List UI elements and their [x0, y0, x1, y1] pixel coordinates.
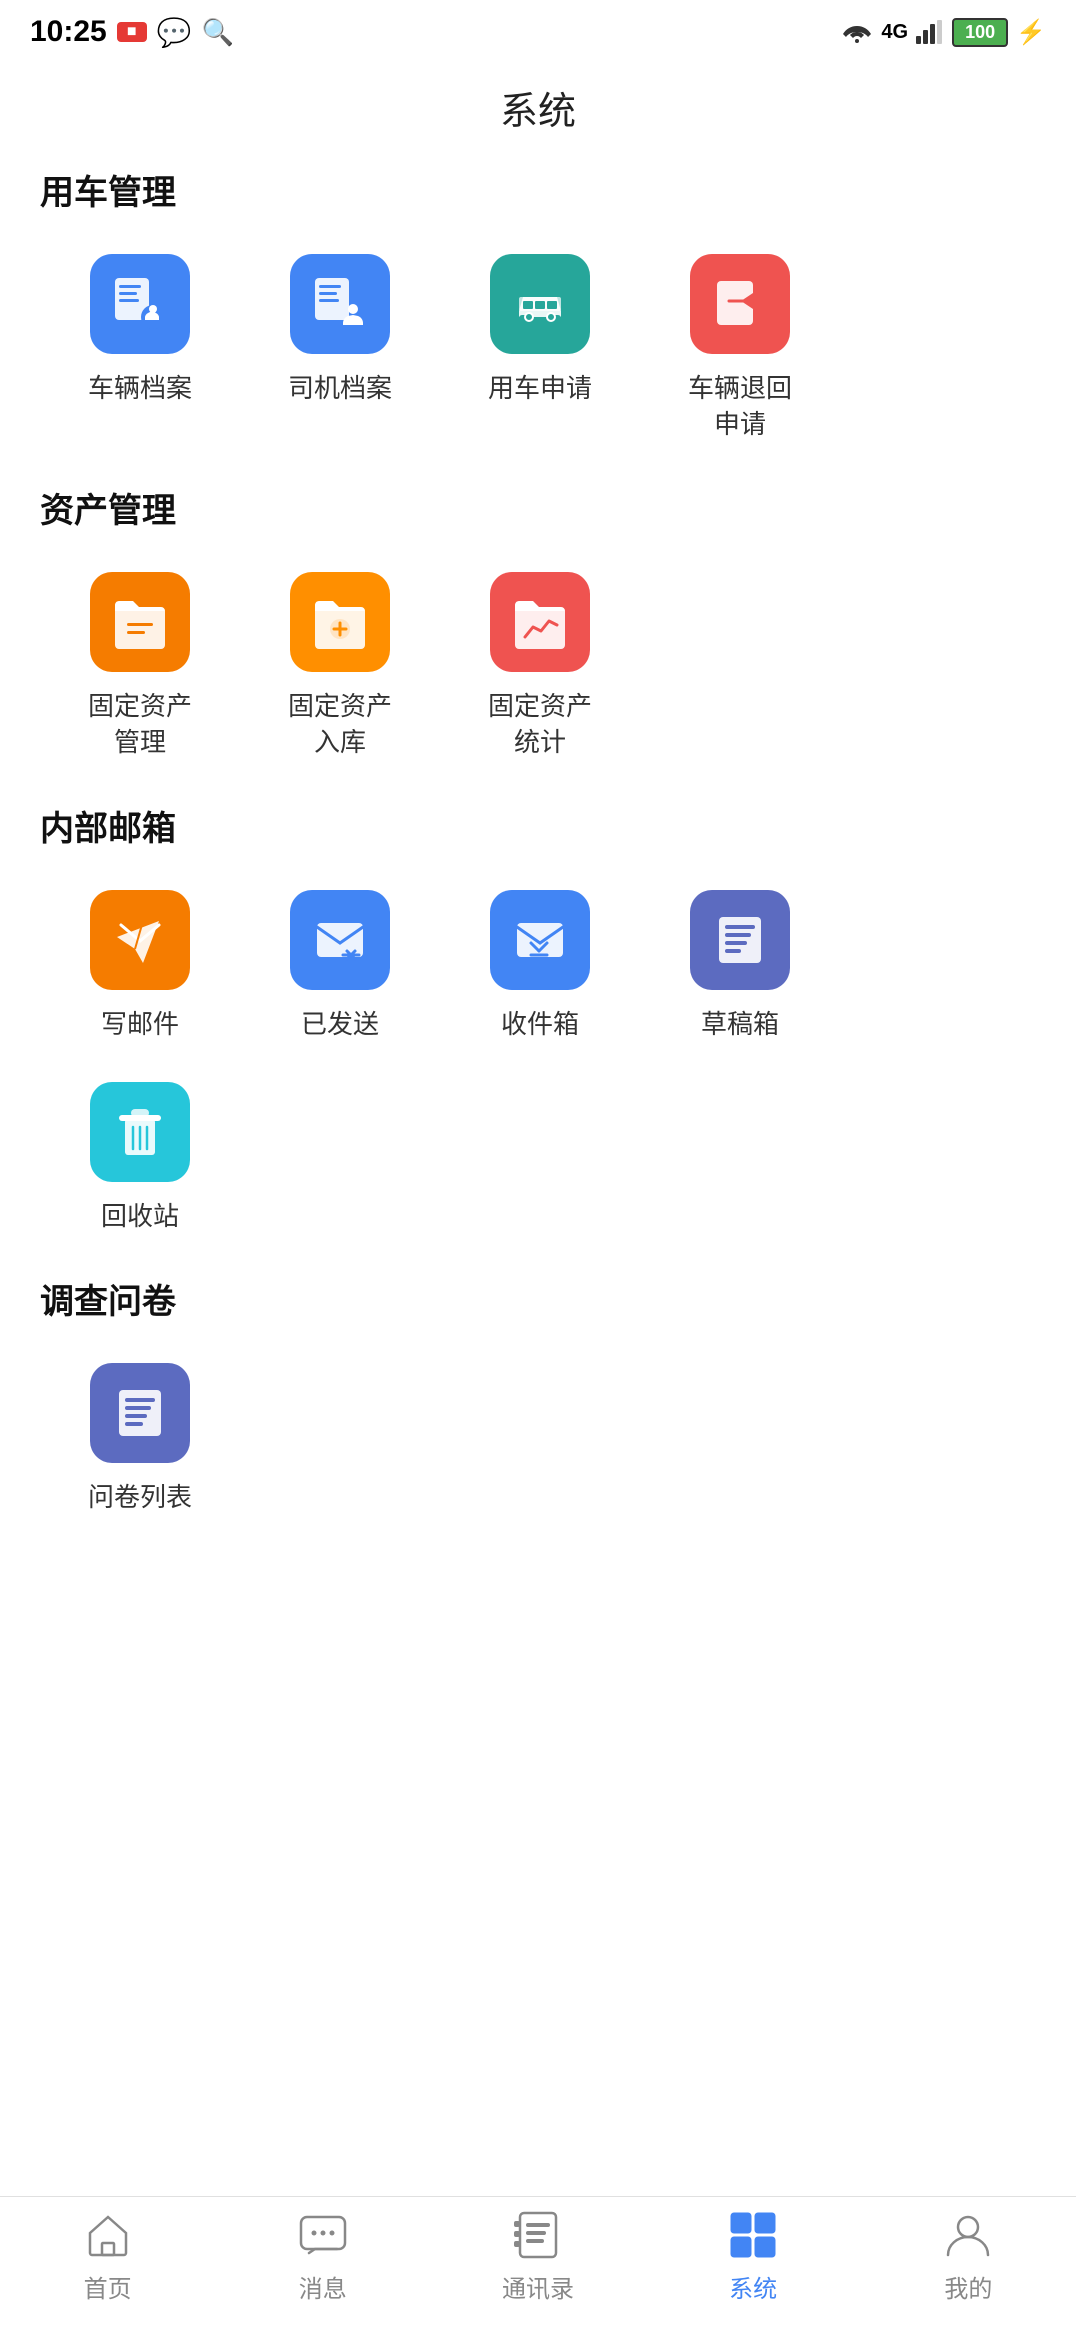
- status-time: 10:25: [30, 15, 107, 49]
- write-mail-label: 写邮件: [101, 1006, 179, 1042]
- driver-file-label: 司机档案: [288, 370, 392, 406]
- status-left: 10:25 ■ 💬 🔍: [30, 15, 234, 49]
- nav-home-label: 首页: [84, 2269, 132, 2304]
- asset-manage-label: 固定资产 管理: [88, 688, 192, 761]
- chat-icon: 💬: [157, 16, 192, 49]
- status-bar: 10:25 ■ 💬 🔍 4G 100 ⚡: [0, 0, 1076, 60]
- car-file-item[interactable]: 车辆档案: [40, 244, 240, 453]
- nav-contacts-label: 通讯录: [502, 2269, 574, 2304]
- section-mail: 内部邮箱 写邮件: [0, 801, 1076, 1245]
- nav-system[interactable]: 系统: [673, 2209, 833, 2304]
- trash-label: 回收站: [101, 1198, 179, 1234]
- signal-bars: [916, 20, 944, 44]
- car-apply-item[interactable]: 用车申请: [440, 244, 640, 453]
- draft-icon: [709, 909, 771, 971]
- mail-grid: 写邮件 已发送: [40, 880, 1036, 1245]
- nav-system-label: 系统: [729, 2269, 777, 2304]
- wifi-icon: [841, 20, 873, 44]
- draft-item[interactable]: 草稿箱: [640, 880, 840, 1052]
- trash-icon: [109, 1101, 171, 1163]
- battery-indicator: 100: [952, 18, 1008, 47]
- sent-mail-item[interactable]: 已发送: [240, 880, 440, 1052]
- message-icon: [297, 2209, 349, 2261]
- asset-in-item[interactable]: 固定资产 入库: [240, 562, 440, 771]
- sent-mail-icon-box: [290, 890, 390, 990]
- car-file-icon-box: [90, 254, 190, 354]
- car-return-label: 车辆退回 申请: [688, 370, 792, 443]
- trash-item[interactable]: 回收站: [40, 1072, 240, 1244]
- car-apply-label: 用车申请: [488, 370, 592, 406]
- car-return-item[interactable]: 车辆退回 申请: [640, 244, 840, 453]
- nav-message-label: 消息: [299, 2269, 347, 2304]
- page-title: 系统: [0, 60, 1076, 165]
- car-apply-icon-box: [490, 254, 590, 354]
- asset-manage-icon-box: [90, 572, 190, 672]
- car-file-label: 车辆档案: [88, 370, 192, 406]
- asset-stat-item[interactable]: 固定资产 统计: [440, 562, 640, 771]
- nav-mine-label: 我的: [944, 2269, 992, 2304]
- asset-in-label: 固定资产 入库: [288, 688, 392, 761]
- inbox-label: 收件箱: [501, 1006, 579, 1042]
- signal-4g: 4G: [881, 21, 908, 44]
- driver-file-item[interactable]: 司机档案: [240, 244, 440, 453]
- status-right: 4G 100 ⚡: [841, 18, 1046, 47]
- section-title-asset: 资产管理: [40, 483, 1036, 532]
- home-icon: [82, 2209, 134, 2261]
- asset-in-icon: [309, 591, 371, 653]
- asset-stat-label: 固定资产 统计: [488, 688, 592, 761]
- trash-icon-box: [90, 1082, 190, 1182]
- asset-manage-item[interactable]: 固定资产 管理: [40, 562, 240, 771]
- car-file-icon: [109, 273, 171, 335]
- contacts-icon: [512, 2209, 564, 2261]
- write-mail-icon: [109, 909, 171, 971]
- asset-manage-icon: [109, 591, 171, 653]
- main-content: 10:25 ■ 💬 🔍 4G 100 ⚡ 系统: [0, 0, 1076, 1716]
- section-title-survey: 调查问卷: [40, 1274, 1036, 1323]
- car-return-icon-box: [690, 254, 790, 354]
- notification-badge: ■: [117, 22, 147, 42]
- bottom-nav: 首页 消息 通讯录 系统: [0, 2196, 1076, 2336]
- section-title-mail: 内部邮箱: [40, 801, 1036, 850]
- search-icon: 🔍: [202, 17, 234, 48]
- survey-list-icon-box: [90, 1363, 190, 1463]
- system-icon: [727, 2209, 779, 2261]
- section-survey: 调查问卷 问卷列表: [0, 1274, 1076, 1525]
- asset-in-icon-box: [290, 572, 390, 672]
- section-car-management: 用车管理 车辆档案: [0, 165, 1076, 453]
- sent-mail-label: 已发送: [301, 1006, 379, 1042]
- nav-contacts[interactable]: 通讯录: [458, 2209, 618, 2304]
- charging-icon: ⚡: [1016, 18, 1046, 47]
- draft-label: 草稿箱: [701, 1006, 779, 1042]
- survey-list-label: 问卷列表: [88, 1479, 192, 1515]
- mine-icon: [942, 2209, 994, 2261]
- nav-message[interactable]: 消息: [243, 2209, 403, 2304]
- write-mail-icon-box: [90, 890, 190, 990]
- car-apply-icon: [509, 273, 571, 335]
- section-title-car: 用车管理: [40, 165, 1036, 214]
- car-grid: 车辆档案 司机档案: [40, 244, 1036, 453]
- inbox-icon-box: [490, 890, 590, 990]
- inbox-icon: [509, 909, 571, 971]
- survey-grid: 问卷列表: [40, 1353, 1036, 1525]
- nav-home[interactable]: 首页: [28, 2209, 188, 2304]
- asset-grid: 固定资产 管理 固定资产 入库: [40, 562, 1036, 771]
- draft-icon-box: [690, 890, 790, 990]
- write-mail-item[interactable]: 写邮件: [40, 880, 240, 1052]
- survey-list-item[interactable]: 问卷列表: [40, 1353, 240, 1525]
- driver-file-icon: [309, 273, 371, 335]
- car-return-icon: [709, 273, 771, 335]
- survey-list-icon: [109, 1382, 171, 1444]
- driver-file-icon-box: [290, 254, 390, 354]
- sent-mail-icon: [309, 909, 371, 971]
- inbox-item[interactable]: 收件箱: [440, 880, 640, 1052]
- nav-mine[interactable]: 我的: [888, 2209, 1048, 2304]
- asset-stat-icon-box: [490, 572, 590, 672]
- section-asset-management: 资产管理 固定资产 管理: [0, 483, 1076, 771]
- asset-stat-icon: [509, 591, 571, 653]
